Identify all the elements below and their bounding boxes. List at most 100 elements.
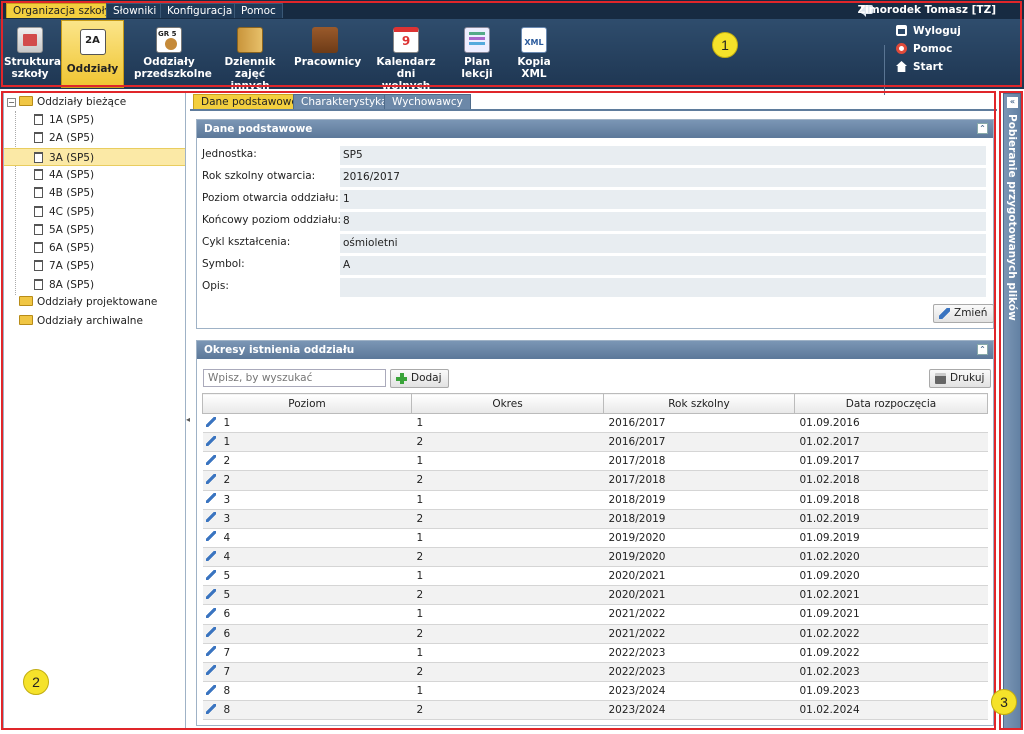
edit-cell[interactable] xyxy=(202,585,219,606)
print-button[interactable]: Drukuj xyxy=(929,369,992,388)
edit-cell[interactable] xyxy=(202,700,219,721)
menu-tab-slowniki[interactable]: Słowniki xyxy=(106,3,164,18)
table-row[interactable]: 3 1 2018/2019 01.09.2018 xyxy=(202,490,988,510)
document-icon xyxy=(34,278,43,290)
table-row[interactable]: 6 1 2021/2022 01.09.2021 xyxy=(202,604,988,625)
table-row[interactable]: 7 1 2022/2023 01.09.2022 xyxy=(202,643,988,663)
tree-class-item[interactable]: 7A (SP5) xyxy=(4,257,185,275)
edit-cell[interactable] xyxy=(202,662,219,682)
edit-cell[interactable] xyxy=(202,413,219,434)
edit-cell[interactable] xyxy=(202,528,219,548)
table-row[interactable]: 5 2 2020/2021 01.02.2021 xyxy=(202,585,988,606)
pencil-icon[interactable] xyxy=(205,473,216,484)
table-row[interactable]: 4 1 2019/2020 01.09.2019 xyxy=(202,528,988,548)
pencil-icon[interactable] xyxy=(205,646,216,657)
pencil-icon[interactable] xyxy=(205,454,216,465)
tool-kopia-xml[interactable]: XML Kopia XML xyxy=(512,19,556,87)
tool-pracownicy[interactable]: Pracownicy xyxy=(294,19,361,87)
tree-class-item[interactable]: 3A (SP5) xyxy=(4,147,185,166)
table-cell: 6 xyxy=(218,604,412,625)
table-row[interactable]: 6 2 2021/2022 01.02.2022 xyxy=(202,624,988,644)
tree-class-label: 4A (SP5) xyxy=(49,168,95,181)
edit-cell[interactable] xyxy=(202,451,219,472)
tree-class-item[interactable]: 4B (SP5) xyxy=(4,184,185,202)
pencil-icon[interactable] xyxy=(205,512,216,523)
tab-charakterystyka[interactable]: Charakterystyka xyxy=(293,94,396,109)
tool-kalendarz-dni-wolnych[interactable]: 9 Kalendarz dni wolnych xyxy=(368,19,444,92)
col-poziom[interactable]: Poziom xyxy=(202,393,412,414)
tab-dane-podstawowe[interactable]: Dane podstawowe xyxy=(193,94,306,109)
pencil-icon[interactable] xyxy=(205,665,216,676)
col-data-rozpoczecia[interactable]: Data rozpoczęcia xyxy=(794,393,988,414)
tab-wychowawcy[interactable]: Wychowawcy xyxy=(384,94,471,109)
tool-oddzialy[interactable]: 2A Oddziały xyxy=(61,20,124,88)
table-row[interactable]: 2 2 2017/2018 01.02.2018 xyxy=(202,470,988,491)
table-row[interactable]: 1 1 2016/2017 01.09.2016 xyxy=(202,413,988,434)
edit-cell[interactable] xyxy=(202,604,219,625)
pencil-icon[interactable] xyxy=(205,531,216,542)
table-row[interactable]: 8 1 2023/2024 01.09.2023 xyxy=(202,681,988,702)
table-cell: 2016/2017 xyxy=(603,432,795,453)
table-row[interactable]: 7 2 2022/2023 01.02.2023 xyxy=(202,662,988,682)
tree-node-current[interactable]: − Oddziały bieżące xyxy=(4,93,185,111)
table-cell: 2017/2018 xyxy=(603,451,795,472)
tree-class-item[interactable]: 1A (SP5) xyxy=(4,111,185,129)
col-okres[interactable]: Okres xyxy=(411,393,604,414)
tree-class-item[interactable]: 5A (SP5) xyxy=(4,221,185,239)
help-link[interactable]: Pomoc xyxy=(896,42,952,57)
edit-button[interactable]: Zmień xyxy=(933,304,995,323)
tool-label: Kalendarz dni xyxy=(376,56,436,80)
tool-dziennik-zajec-innych[interactable]: Dziennik zajęć innych xyxy=(215,19,285,92)
edit-cell[interactable] xyxy=(202,490,219,510)
menu-tab-organizacja[interactable]: Organizacja szkoły xyxy=(6,3,118,18)
collapse-icon[interactable]: − xyxy=(7,98,16,107)
search-input[interactable] xyxy=(203,369,386,387)
tree-class-item[interactable]: 6A (SP5) xyxy=(4,239,185,257)
table-row[interactable]: 3 2 2018/2019 01.02.2019 xyxy=(202,509,988,529)
edit-cell[interactable] xyxy=(202,432,219,453)
edit-cell[interactable] xyxy=(202,624,219,644)
table-row[interactable]: 8 2 2023/2024 01.02.2024 xyxy=(202,700,988,721)
table-row[interactable]: 2 1 2017/2018 01.09.2017 xyxy=(202,451,988,472)
pencil-icon[interactable] xyxy=(205,493,216,504)
start-link[interactable]: Start xyxy=(896,60,943,75)
table-row[interactable]: 1 2 2016/2017 01.02.2017 xyxy=(202,432,988,453)
pencil-icon[interactable] xyxy=(205,435,216,446)
tool-struktura-szkoly[interactable]: Struktura szkoły xyxy=(4,19,61,87)
pencil-icon[interactable] xyxy=(205,703,216,714)
collapse-up-icon[interactable]: ⌃ xyxy=(977,123,988,134)
edit-cell[interactable] xyxy=(202,470,219,491)
pencil-icon[interactable] xyxy=(205,627,216,638)
collapse-up-icon[interactable]: ⌃ xyxy=(977,344,988,355)
expand-left-icon[interactable]: « xyxy=(1007,97,1018,108)
col-rok-szkolny[interactable]: Rok szkolny xyxy=(603,393,795,414)
edit-cell[interactable] xyxy=(202,681,219,702)
pencil-icon[interactable] xyxy=(205,416,216,427)
table-row[interactable]: 4 2 2019/2020 01.02.2020 xyxy=(202,547,988,568)
tree-node-label: Oddziały bieżące xyxy=(37,96,127,108)
menu-tab-pomoc[interactable]: Pomoc xyxy=(234,3,283,18)
table-cell: 01.02.2021 xyxy=(794,585,988,606)
tree-class-item[interactable]: 8A (SP5) xyxy=(4,276,185,294)
tree-class-item[interactable]: 4C (SP5) xyxy=(4,203,185,221)
edit-cell[interactable] xyxy=(202,547,219,568)
menu-tab-konfiguracja[interactable]: Konfiguracja xyxy=(160,3,240,18)
pencil-icon[interactable] xyxy=(205,550,216,561)
pencil-icon[interactable] xyxy=(205,607,216,618)
pencil-icon[interactable] xyxy=(205,569,216,580)
tree-class-item[interactable]: 4A (SP5) xyxy=(4,166,185,184)
tree-node-archived[interactable]: Oddziały archiwalne xyxy=(4,312,185,330)
table-row[interactable]: 5 1 2020/2021 01.09.2020 xyxy=(202,566,988,587)
edit-cell[interactable] xyxy=(202,566,219,587)
add-button[interactable]: Dodaj xyxy=(390,369,449,388)
tree-class-item[interactable]: 2A (SP5) xyxy=(4,129,185,147)
logout-link[interactable]: Wyloguj xyxy=(896,24,961,39)
tool-oddzialy-przedszkolne[interactable]: GR 5 Oddziały przedszkolne xyxy=(134,19,212,87)
tool-plan-lekcji[interactable]: Plan lekcji xyxy=(456,19,498,87)
tree-node-projected[interactable]: Oddziały projektowane xyxy=(4,293,185,311)
edit-cell[interactable] xyxy=(202,509,219,529)
pencil-icon[interactable] xyxy=(205,588,216,599)
pencil-icon[interactable] xyxy=(205,684,216,695)
edit-cell[interactable] xyxy=(202,643,219,663)
files-panel-collapsed[interactable]: « Pobieranie przygotowanych plików xyxy=(1003,93,1021,730)
